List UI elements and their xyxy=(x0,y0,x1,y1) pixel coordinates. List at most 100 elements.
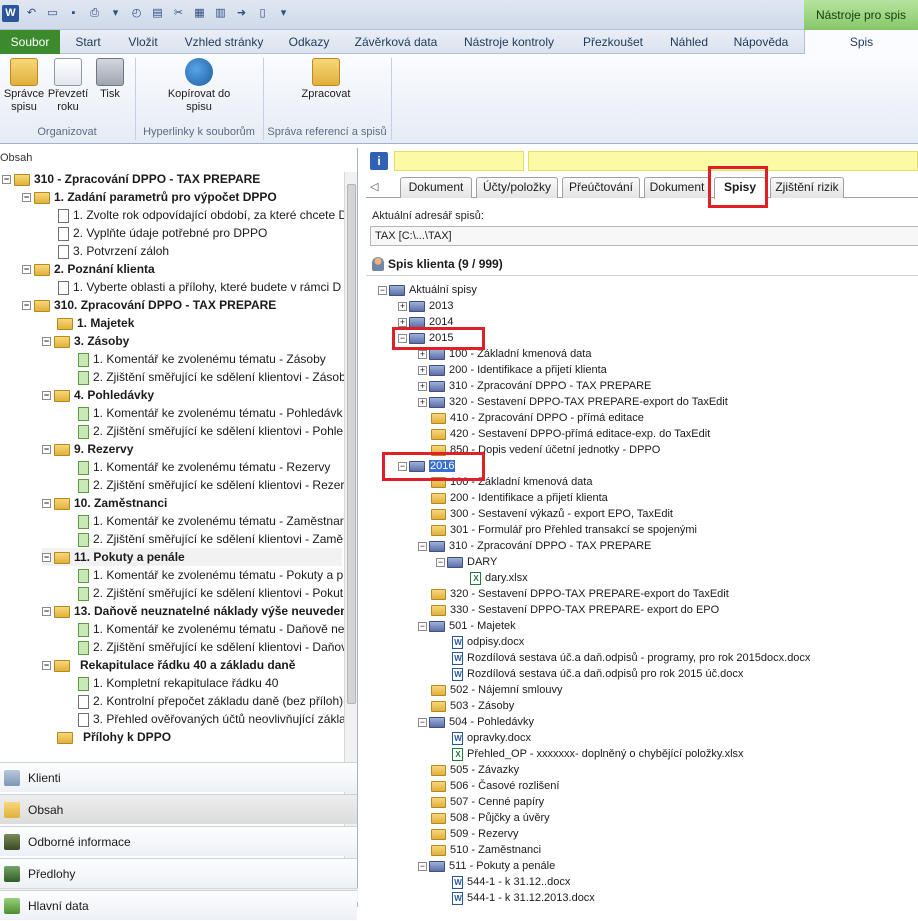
print-icon[interactable]: ⎙ xyxy=(86,5,103,22)
tree-leaf[interactable]: 2. Zjištění směřující ke sdělení kliento… xyxy=(78,368,344,386)
tree-node[interactable]: 300 - Sestavení výkazů - export EPO, Tax… xyxy=(431,506,673,522)
tree-leaf[interactable]: 1. Komentář ke zvolenému tématu - Daňově… xyxy=(78,620,344,638)
tree-node[interactable]: −1. Zadání parametrů pro výpočet DPPO xyxy=(22,188,277,206)
collapse-icon[interactable]: − xyxy=(418,541,427,551)
tab-insert[interactable]: Vložit xyxy=(116,30,170,54)
table-icon[interactable]: ▥ xyxy=(212,5,229,22)
tree-node[interactable]: −501 - Majetek xyxy=(418,618,516,634)
nav-obsah[interactable]: Obsah xyxy=(0,794,357,824)
tree-node[interactable]: 200 - Identifikace a přijetí klienta xyxy=(431,490,608,506)
tools-icon[interactable]: ✂ xyxy=(170,5,187,22)
tab-review[interactable]: Přezkoušet xyxy=(568,30,658,54)
collapse-icon[interactable]: − xyxy=(42,499,51,509)
tree-node[interactable]: 505 - Závazky xyxy=(431,762,519,778)
tab-preuctovani[interactable]: Přeúčtování xyxy=(562,177,640,198)
tab-dokument[interactable]: Dokument xyxy=(400,177,472,198)
tisk-button[interactable]: Tisk xyxy=(92,58,128,101)
tree-node[interactable]: −9. Rezervy xyxy=(42,440,133,458)
collapse-icon[interactable]: − xyxy=(42,445,51,455)
collapse-icon[interactable]: − xyxy=(22,193,31,203)
tree-leaf[interactable]: 1. Komentář ke zvolenému tématu - Zaměst… xyxy=(78,512,344,530)
tree-leaf[interactable]: 2. Vyplňte údaje potřebné pro DPPO xyxy=(58,224,267,242)
tab-file[interactable]: Soubor xyxy=(0,30,60,54)
tree-node[interactable]: −310 - Zpracování DPPO - TAX PREPARE xyxy=(2,170,260,188)
tree-leaf[interactable]: 1. Komentář ke zvolenému tématu - Zásoby xyxy=(78,350,326,368)
expand-icon[interactable]: + xyxy=(398,301,407,311)
nav-klienti[interactable]: Klienti xyxy=(0,762,357,792)
chevron-left-icon[interactable]: ◁ xyxy=(370,180,378,193)
tree-leaf[interactable]: 2. Zjištění směřující ke sdělení kliento… xyxy=(78,638,344,656)
tree-leaf[interactable]: 1. Komentář ke zvolenému tématu - Pokuty… xyxy=(78,566,343,584)
prevzeti-roku-button[interactable]: Převzetí roku xyxy=(46,58,90,114)
tree-leaf[interactable]: 1. Vyberte oblasti a přílohy, které bude… xyxy=(58,278,341,296)
tree-leaf[interactable]: 1. Komentář ke zvolenému tématu - Pohled… xyxy=(78,404,342,422)
expand-icon[interactable]: + xyxy=(418,349,427,359)
scrollbar-thumb[interactable] xyxy=(347,184,356,704)
kopirovat-do-spisu-button[interactable]: Kopírovat do spisu xyxy=(160,58,238,114)
zpracovat-button[interactable]: Zpracovat xyxy=(290,58,362,101)
tree-node[interactable]: − Rekapitulace řádku 40 a základu daně xyxy=(42,656,295,674)
tree-leaf[interactable]: 3. Potvrzení záloh xyxy=(58,242,169,260)
expand-icon[interactable]: + xyxy=(418,381,427,391)
tab-help[interactable]: Nápověda xyxy=(720,30,802,54)
collapse-icon[interactable]: − xyxy=(42,607,51,617)
tree-node[interactable]: − Aktuální spisy xyxy=(378,282,477,298)
tree-leaf[interactable]: 1. Zvolte rok odpovídající období, za kt… xyxy=(58,206,344,224)
tree-node[interactable]: +310 - Zpracování DPPO - TAX PREPARE xyxy=(418,378,651,394)
tree-node[interactable]: 420 - Sestavení DPPO-přímá editace-exp. … xyxy=(431,426,710,442)
tree-node[interactable]: −511 - Pokuty a penále xyxy=(418,858,555,874)
tab-page-layout[interactable]: Vzhled stránky xyxy=(172,30,276,54)
tree-node[interactable]: − DARY xyxy=(436,554,497,570)
tree-node[interactable]: −13. Daňově neuznatelné náklady výše neu… xyxy=(42,602,344,620)
tree-node[interactable]: −310. Zpracování DPPO - TAX PREPARE xyxy=(22,296,276,314)
tree-leaf[interactable]: opravky.docx xyxy=(452,730,531,746)
tab-zjisteni-rizik[interactable]: Zjištění rizik xyxy=(770,177,844,198)
tree-node[interactable]: 1. Majetek xyxy=(42,314,134,332)
tab-spis[interactable]: Spis xyxy=(804,30,918,54)
tree-node[interactable]: +2013 xyxy=(398,298,453,314)
info-icon[interactable]: i xyxy=(370,152,388,170)
tree-leaf[interactable]: 2. Zjištění směřující ke sdělení kliento… xyxy=(78,584,343,602)
collapse-icon[interactable]: − xyxy=(418,717,427,727)
expand-icon[interactable]: + xyxy=(398,317,407,327)
tab-control-tools[interactable]: Nástroje kontroly xyxy=(452,30,566,54)
new-doc-icon[interactable]: ▤ xyxy=(149,5,166,22)
tree-node[interactable]: −10. Zaměstnanci xyxy=(42,494,167,512)
tree-node[interactable]: +320 - Sestavení DPPO-TAX PREPARE-export… xyxy=(418,394,728,410)
collapse-icon[interactable]: − xyxy=(22,265,31,275)
tree-leaf[interactable]: 2. Zjištění směřující ke sdělení kliento… xyxy=(78,476,344,494)
grid-icon[interactable]: ▦ xyxy=(191,5,208,22)
tree-node[interactable]: 503 - Zásoby xyxy=(431,698,514,714)
tree-node[interactable]: 410 - Zpracování DPPO - přímá editace xyxy=(431,410,644,426)
tab-references[interactable]: Odkazy xyxy=(278,30,340,54)
tree-node[interactable]: −2. Poznání klienta xyxy=(22,260,155,278)
expand-icon[interactable]: + xyxy=(418,365,427,375)
customize-qat-icon[interactable]: ▾ xyxy=(275,5,292,22)
tree-leaf[interactable]: 544-1 - k 31.12.2013.docx xyxy=(452,890,595,906)
tree-leaf[interactable]: Rozdílová sestava úč.a daň.odpisů - prog… xyxy=(452,650,810,666)
preview-icon[interactable]: ◴ xyxy=(128,5,145,22)
collapse-icon[interactable]: − xyxy=(418,861,427,871)
collapse-icon[interactable]: − xyxy=(378,285,387,295)
tree-leaf[interactable]: 2. Kontrolní přepočet základu daně (bez … xyxy=(78,692,343,710)
tree-leaf[interactable]: 2. Zjištění směřující ke sdělení kliento… xyxy=(78,530,343,548)
tree-leaf[interactable]: Přehled_OP - xxxxxxx- doplněný o chybějí… xyxy=(452,746,744,762)
save-icon[interactable]: ▪ xyxy=(65,5,82,22)
collapse-icon[interactable]: − xyxy=(418,621,427,631)
tree-node[interactable]: 508 - Půjčky a úvěry xyxy=(431,810,550,826)
collapse-icon[interactable]: − xyxy=(42,661,51,671)
path-field[interactable] xyxy=(370,226,918,246)
tree-leaf[interactable]: Rozdílová sestava úč.a daň.odpisů pro ro… xyxy=(452,666,743,682)
tree-node[interactable]: 506 - Časové rozlišení xyxy=(431,778,559,794)
tree-node[interactable]: 330 - Sestavení DPPO-TAX PREPARE- export… xyxy=(431,602,719,618)
tree-node[interactable]: +200 - Identifikace a přijetí klienta xyxy=(418,362,607,378)
tree-leaf[interactable]: 3. Přehled ověřovaných účtů neovlivňujíc… xyxy=(78,710,344,728)
tree-node[interactable]: −310 - Zpracování DPPO - TAX PREPARE xyxy=(418,538,651,554)
tab-start[interactable]: Start xyxy=(62,30,114,54)
open-folder-icon[interactable]: ▭ xyxy=(44,5,61,22)
page-icon[interactable]: ▯ xyxy=(254,5,271,22)
tree-node-selected[interactable]: −11. Pokuty a penále xyxy=(42,548,342,566)
tree-leaf[interactable]: odpisy.docx xyxy=(452,634,524,650)
tree-node[interactable]: 510 - Zaměstnanci xyxy=(431,842,541,858)
collapse-icon[interactable]: − xyxy=(436,557,445,567)
